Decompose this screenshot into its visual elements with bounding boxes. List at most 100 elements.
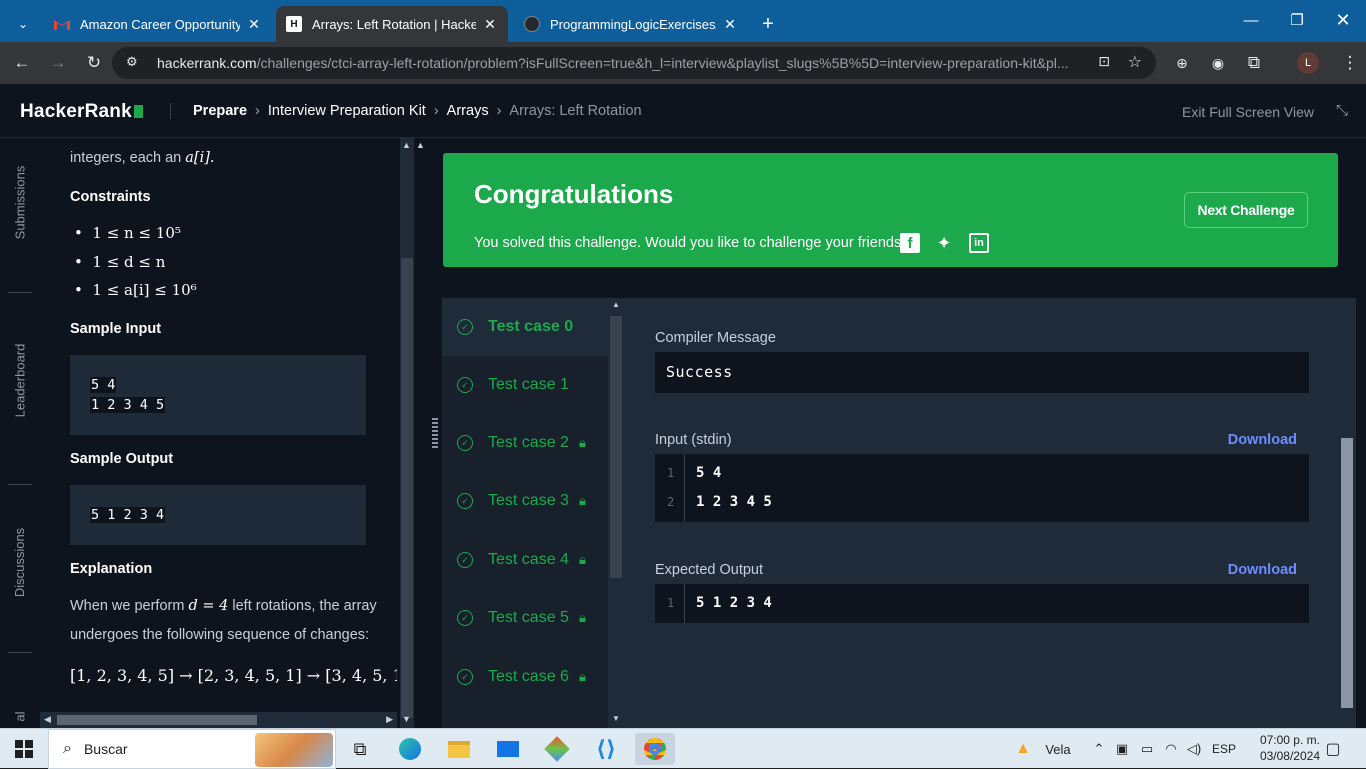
close-icon[interactable]: ✕ [246, 16, 262, 33]
next-challenge-button[interactable]: Next Challenge [1184, 192, 1308, 228]
test-case-3[interactable]: ✓ Test case 3 🔒︎ [442, 472, 608, 530]
extension-shield-icon[interactable]: ◉ [1202, 42, 1234, 84]
test-case-2[interactable]: ✓ Test case 2 🔒︎ [442, 414, 608, 472]
weather-text[interactable]: Vela [1040, 729, 1076, 769]
chevron-right-icon: › [255, 103, 260, 119]
rail-leaderboard[interactable]: Leaderboard [6, 320, 34, 440]
results-scrollbar[interactable] [1338, 298, 1356, 728]
exit-fullscreen-link[interactable]: Exit Full Screen View [1182, 104, 1314, 120]
scroll-down-icon[interactable]: ▼ [402, 714, 411, 724]
clock-date: 03/08/2024 [1259, 749, 1320, 763]
search-highlight-image[interactable] [255, 733, 333, 767]
tab-search-button[interactable]: ⌄ [0, 6, 46, 42]
breadcrumb: Prepare › Interview Preparation Kit › Ar… [193, 103, 642, 119]
tab-hackerrank[interactable]: H Arrays: Left Rotation | HackerRa ✕ [276, 6, 508, 42]
profile-avatar[interactable]: L [1292, 42, 1324, 84]
test-case-list: ✓ Test case 0 ✓ Test case 1 ✓ Test case 2 🔒︎… [442, 298, 608, 728]
tab-gmail[interactable]: Amazon Career Opportunity - a ✕ [44, 6, 272, 42]
menu-kebab-icon[interactable]: ⋮ [1334, 42, 1366, 84]
meet-icon[interactable]: ▣ [1113, 729, 1131, 769]
close-icon[interactable]: ✕ [722, 16, 738, 33]
twitter-icon[interactable]: ✦ [934, 233, 954, 253]
hackerrank-logo[interactable]: HackerRank [20, 101, 143, 123]
scroll-thumb[interactable] [57, 715, 257, 725]
scroll-thumb[interactable] [610, 316, 622, 578]
linkedin-icon[interactable]: in [969, 233, 989, 253]
hackerrank-icon: H [286, 16, 302, 32]
facebook-icon[interactable]: f [900, 233, 920, 253]
sample-output-box: 5 1 2 3 4 [70, 485, 366, 545]
url-text[interactable]: hackerrank.com/challenges/ctci-array-lef… [157, 55, 1087, 71]
clock-time: 07:00 p. m. [1259, 733, 1320, 747]
rail-discussions[interactable]: Discussions [6, 502, 34, 622]
test-case-6[interactable]: ✓ Test case 6 🔒︎ [442, 648, 608, 706]
breadcrumb-interview-kit[interactable]: Interview Preparation Kit [268, 103, 426, 119]
taskbar-search[interactable]: ⌕ Buscar [48, 729, 336, 769]
pane-splitter[interactable] [430, 138, 442, 728]
bookmark-star-icon[interactable]: ☆ [1128, 52, 1142, 72]
rail-submissions[interactable]: Submissions [6, 142, 34, 262]
scroll-up-icon[interactable]: ▲ [416, 140, 425, 150]
task-view-icon[interactable]: ⧉ [340, 733, 380, 765]
tab-github[interactable]: ProgrammingLogicExercises/lee ✕ [514, 6, 748, 42]
reload-icon[interactable]: ↻ [78, 42, 110, 84]
site-info-icon[interactable]: ⚙ [126, 54, 138, 70]
taskbar-clock[interactable]: 07:00 p. m. 03/08/2024 [1260, 732, 1320, 764]
lens-icon[interactable]: ⊕ [1166, 42, 1198, 84]
translate-icon[interactable]: ⊡ [1098, 53, 1110, 70]
notifications-icon[interactable]: ▢ [1322, 729, 1344, 769]
input-line: 1 2 3 4 5 [696, 494, 772, 510]
scroll-thumb[interactable] [401, 258, 413, 718]
side-rail: Submissions Leaderboard Discussions al [0, 138, 40, 728]
scroll-up-icon[interactable]: ▲ [612, 300, 620, 309]
horizontal-scrollbar[interactable]: ◀ ▶ [40, 712, 397, 728]
test-case-1[interactable]: ✓ Test case 1 [442, 356, 608, 414]
minimize-icon[interactable]: — [1228, 0, 1274, 40]
back-icon[interactable]: ← [6, 42, 38, 84]
forward-icon[interactable]: → [42, 42, 74, 84]
explanation-line-2: undergoes the following sequence of chan… [70, 627, 370, 643]
volume-icon[interactable]: ◁) [1185, 729, 1203, 769]
test-result-panel: Compiler Message Success Input (stdin) D… [624, 298, 1338, 728]
exit-fullscreen-icon[interactable]: ⤡ [1336, 102, 1348, 119]
edge-icon[interactable] [390, 733, 430, 765]
test-case-scrollbar[interactable]: ▲ ▼ [608, 298, 624, 728]
check-icon: ✓ [457, 435, 473, 451]
constraint-item: • 1 ≤ a[i] ≤ 10⁶ [74, 281, 197, 299]
wifi-icon[interactable]: ◠ [1162, 729, 1180, 769]
download-output-link[interactable]: Download [1228, 562, 1297, 578]
chevron-up-icon[interactable]: ⌃ [1090, 729, 1108, 769]
scroll-up-icon[interactable]: ▲ [402, 140, 411, 150]
extensions-puzzle-icon[interactable]: ⧉ [1238, 42, 1270, 84]
compiler-message-label: Compiler Message [655, 330, 776, 346]
compiler-message: Success [666, 363, 733, 381]
vscode-icon[interactable]: ⟨⟩ [586, 733, 626, 765]
drag-handle-icon[interactable] [432, 418, 438, 448]
language-indicator[interactable]: ESP [1210, 729, 1238, 769]
battery-icon[interactable]: ▭ [1137, 729, 1157, 769]
new-tab-button[interactable]: + [752, 6, 784, 42]
chrome-icon[interactable] [635, 733, 675, 765]
problem-scrollbar[interactable]: ▲ ▼ ▲ [397, 138, 430, 728]
breadcrumb-prepare[interactable]: Prepare [193, 103, 247, 119]
git-tool-icon[interactable] [537, 733, 577, 765]
breadcrumb-arrays[interactable]: Arrays [447, 103, 489, 119]
test-case-4[interactable]: ✓ Test case 4 🔒︎ [442, 531, 608, 589]
tab-title: Amazon Career Opportunity - a [80, 16, 240, 32]
scroll-right-icon[interactable]: ▶ [386, 714, 393, 725]
close-window-icon[interactable]: ✕ [1320, 0, 1366, 40]
restore-icon[interactable]: ❐ [1274, 0, 1320, 40]
test-case-5[interactable]: ✓ Test case 5 🔒︎ [442, 589, 608, 647]
scroll-down-icon[interactable]: ▼ [612, 714, 620, 723]
scroll-left-icon[interactable]: ◀ [44, 714, 51, 725]
line-number: 1 [667, 466, 675, 480]
close-icon[interactable]: ✕ [482, 16, 498, 33]
scroll-thumb[interactable] [1341, 438, 1353, 708]
download-input-link[interactable]: Download [1228, 432, 1297, 448]
mail-icon[interactable] [488, 733, 528, 765]
windows-start-icon[interactable] [4, 729, 44, 769]
address-bar[interactable]: ⚙ hackerrank.com/challenges/ctci-array-l… [112, 47, 1156, 79]
sample-input-line: 5 4 [90, 377, 117, 393]
file-explorer-icon[interactable] [439, 733, 479, 765]
test-case-0[interactable]: ✓ Test case 0 [442, 298, 608, 356]
